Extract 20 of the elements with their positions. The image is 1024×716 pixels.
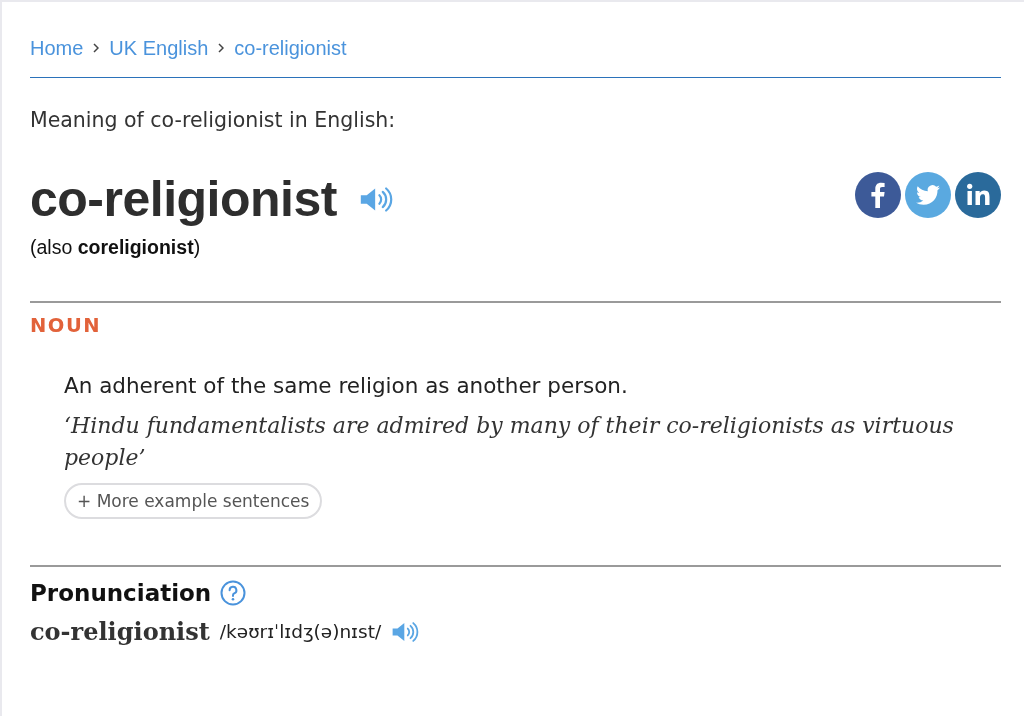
example-sentence: ‘Hindu fundamentalists are admired by many of their co-religionists as virtuous people’: [64, 412, 955, 472]
pronunciation-heading: Pronunciation: [30, 579, 212, 607]
speaker-icon[interactable]: [358, 185, 393, 213]
part-of-speech: NOUN: [30, 315, 103, 337]
speaker-icon[interactable]: [391, 621, 420, 643]
chevron-icon: [218, 43, 225, 53]
definition: An adherent of the same religion as another person.: [64, 374, 629, 398]
meaning-heading: Meaning of co-religionist in English:: [30, 109, 397, 131]
linkedin-icon[interactable]: [955, 172, 1001, 218]
breadcrumb-link[interactable]: UK English: [109, 37, 209, 59]
breadcrumb-link[interactable]: co-religionist: [234, 37, 347, 59]
facebook-icon[interactable]: [855, 172, 901, 218]
chevron-icon: [93, 43, 100, 53]
more-examples-button[interactable]: + More example sentences: [64, 483, 323, 519]
ipa-transcription: /kəʊrɪˈlɪdʒ(ə)nɪst/: [219, 620, 382, 644]
breadcrumb-link[interactable]: Home: [30, 37, 84, 59]
headword: co-religionist: [30, 173, 337, 225]
pronunciation-word: co-religionist: [30, 617, 210, 647]
variant-spelling: (also coreligionist): [30, 235, 202, 259]
help-icon[interactable]: [220, 580, 247, 606]
